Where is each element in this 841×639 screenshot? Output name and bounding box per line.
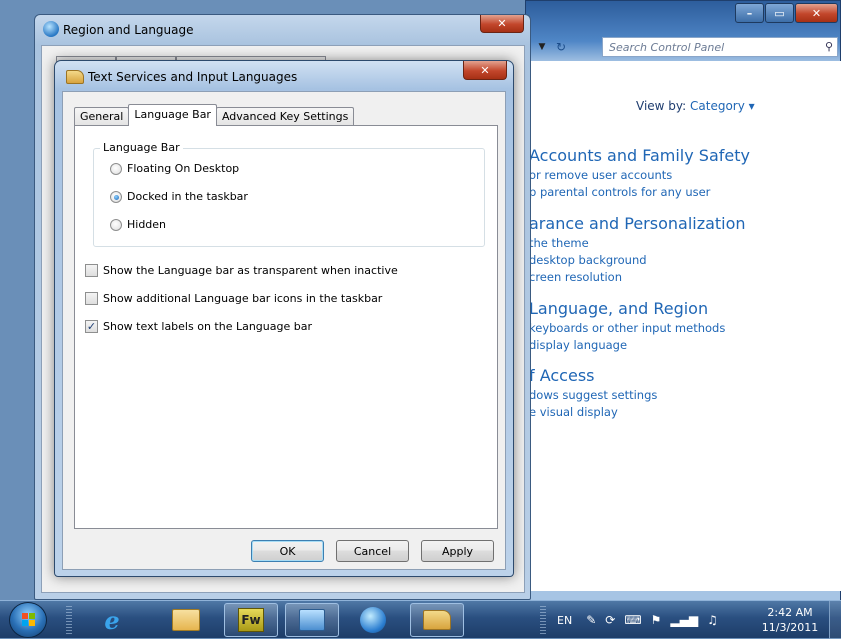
search-placeholder: Search Control Panel — [609, 41, 725, 54]
text-services-dialog: Text Services and Input Languages ✕ Gene… — [54, 60, 514, 577]
search-input[interactable]: Search Control Panel ⚲ — [602, 37, 838, 57]
category-link[interactable]: or remove user accounts — [529, 168, 750, 182]
control-panel-caption-buttons: – ▭ ✕ — [734, 3, 838, 25]
region-globe-icon — [360, 607, 386, 633]
checkbox-label: Show the Language bar as transparent whe… — [103, 264, 398, 277]
tab-advanced-key-settings[interactable]: Advanced Key Settings — [215, 107, 355, 126]
keyboard-settings-icon[interactable]: ⌨ — [624, 613, 641, 627]
checkbox-additional-icons[interactable]: Show additional Language bar icons in th… — [85, 292, 382, 305]
dialog-client-area: General Language Bar Advanced Key Settin… — [62, 91, 506, 570]
language-indicator[interactable]: EN — [557, 614, 572, 627]
maximize-button[interactable]: ▭ — [765, 3, 794, 23]
view-by-label: View by: — [636, 99, 687, 113]
category-heading[interactable]: f Access — [529, 366, 657, 385]
category-link[interactable]: keyboards or other input methods — [529, 321, 725, 335]
close-button[interactable]: ✕ — [795, 3, 838, 23]
checkbox-show-text-labels[interactable]: ✓ Show text labels on the Language bar — [85, 320, 312, 333]
category-link[interactable]: desktop background — [529, 253, 746, 267]
radio-button-icon[interactable] — [110, 218, 122, 231]
checkbox-icon[interactable] — [85, 292, 98, 305]
category-appearance: arance and Personalization the theme des… — [529, 214, 746, 284]
category-link[interactable]: dows suggest settings — [529, 388, 657, 402]
checkbox-transparent-when-inactive[interactable]: Show the Language bar as transparent whe… — [85, 264, 398, 277]
radio-label: Docked in the taskbar — [127, 190, 248, 203]
control-panel-content: View by: Category ▾ Accounts and Family … — [526, 61, 841, 591]
globe-icon — [43, 21, 59, 37]
language-bar-grip[interactable] — [540, 606, 546, 634]
view-by-dropdown[interactable]: Category ▾ — [690, 99, 755, 113]
close-button[interactable]: ✕ — [463, 61, 507, 80]
refresh-icon[interactable]: ↻ — [550, 37, 572, 57]
fireworks-icon: Fw — [238, 608, 264, 632]
category-link[interactable]: the theme — [529, 236, 746, 250]
apply-button[interactable]: Apply — [421, 540, 494, 562]
category-link[interactable]: p parental controls for any user — [529, 185, 750, 199]
checkbox-label: Show additional Language bar icons in th… — [103, 292, 383, 305]
region-language-button[interactable] — [346, 603, 400, 637]
category-clock-language-region: Language, and Region keyboards or other … — [529, 299, 725, 352]
volume-icon[interactable]: ♫ — [707, 613, 718, 627]
category-user-accounts: Accounts and Family Safety or remove use… — [529, 146, 750, 199]
windows-logo-icon — [22, 613, 36, 627]
language-bar-groupbox: Language Bar Floating On Desktop Docked … — [93, 141, 485, 247]
control-panel-window: – ▭ ✕ ▼ ↻ Search Control Panel ⚲ View by… — [525, 0, 841, 606]
category-link[interactable]: creen resolution — [529, 270, 746, 284]
recent-pages-dropdown-icon[interactable]: ▼ — [534, 37, 550, 57]
internet-explorer-icon: e — [104, 605, 120, 635]
taskbar: e Fw EN ✎ ⟳ ⌨ ⚑ ▂▄▆ ♫ 2:42 AM 11/3/2011 — [0, 600, 841, 639]
keyboard-icon — [66, 70, 84, 84]
checkbox-icon[interactable] — [85, 264, 98, 277]
clock[interactable]: 2:42 AM 11/3/2011 — [755, 605, 825, 635]
clock-time: 2:42 AM — [767, 606, 813, 619]
checkbox-label: Show text labels on the Language bar — [103, 320, 312, 333]
control-panel-icon — [299, 609, 325, 631]
text-services-button[interactable] — [410, 603, 464, 637]
start-button[interactable] — [9, 602, 47, 638]
keyboard-icon — [423, 610, 451, 630]
system-tray: EN ✎ ⟳ ⌨ ⚑ ▂▄▆ ♫ — [557, 601, 727, 639]
language-bar-panel: Language Bar Floating On Desktop Docked … — [74, 125, 498, 529]
pen-input-icon[interactable]: ✎ — [586, 613, 596, 627]
control-panel-navbar: ▼ ↻ Search Control Panel ⚲ — [534, 35, 838, 59]
checkmark-icon[interactable]: ✓ — [85, 320, 98, 333]
radio-label: Hidden — [127, 218, 167, 231]
radio-floating-on-desktop[interactable]: Floating On Desktop — [110, 162, 239, 175]
radio-docked-in-taskbar[interactable]: Docked in the taskbar — [110, 190, 248, 203]
view-by: View by: Category ▾ — [636, 99, 755, 113]
show-desktop-button[interactable] — [829, 601, 841, 639]
cancel-button[interactable]: Cancel — [336, 540, 409, 562]
tab-strip: General Language Bar Advanced Key Settin… — [74, 104, 355, 126]
ok-button[interactable]: OK — [251, 540, 324, 562]
internet-explorer-button[interactable]: e — [85, 603, 139, 637]
fireworks-button[interactable]: Fw — [224, 603, 278, 637]
category-ease-of-access: f Access dows suggest settings e visual … — [529, 366, 657, 419]
action-center-flag-icon[interactable]: ⚑ — [651, 613, 662, 627]
category-heading[interactable]: arance and Personalization — [529, 214, 746, 233]
window-title: Region and Language — [63, 23, 194, 37]
control-panel-button[interactable] — [285, 603, 339, 637]
windows-explorer-button[interactable] — [159, 603, 213, 637]
taskbar-grip[interactable] — [66, 606, 72, 634]
category-heading[interactable]: Language, and Region — [529, 299, 725, 318]
close-button[interactable]: ✕ — [480, 15, 524, 33]
tab-language-bar[interactable]: Language Bar — [128, 104, 217, 126]
radio-label: Floating On Desktop — [127, 162, 240, 175]
radio-hidden[interactable]: Hidden — [110, 218, 166, 231]
radio-button-icon[interactable] — [110, 162, 122, 175]
radio-button-icon[interactable] — [110, 190, 122, 203]
clock-date: 11/3/2011 — [761, 621, 819, 634]
minimize-button[interactable]: – — [735, 3, 764, 23]
category-link[interactable]: e visual display — [529, 405, 657, 419]
update-icon[interactable]: ⟳ — [605, 613, 615, 627]
dialog-title: Text Services and Input Languages — [88, 70, 298, 84]
network-signal-icon[interactable]: ▂▄▆ — [670, 613, 698, 627]
category-heading[interactable]: Accounts and Family Safety — [529, 146, 750, 165]
group-label: Language Bar — [100, 141, 183, 154]
tab-general[interactable]: General — [74, 107, 130, 126]
folder-icon — [172, 609, 200, 631]
category-link[interactable]: display language — [529, 338, 725, 352]
search-icon[interactable]: ⚲ — [825, 40, 833, 53]
